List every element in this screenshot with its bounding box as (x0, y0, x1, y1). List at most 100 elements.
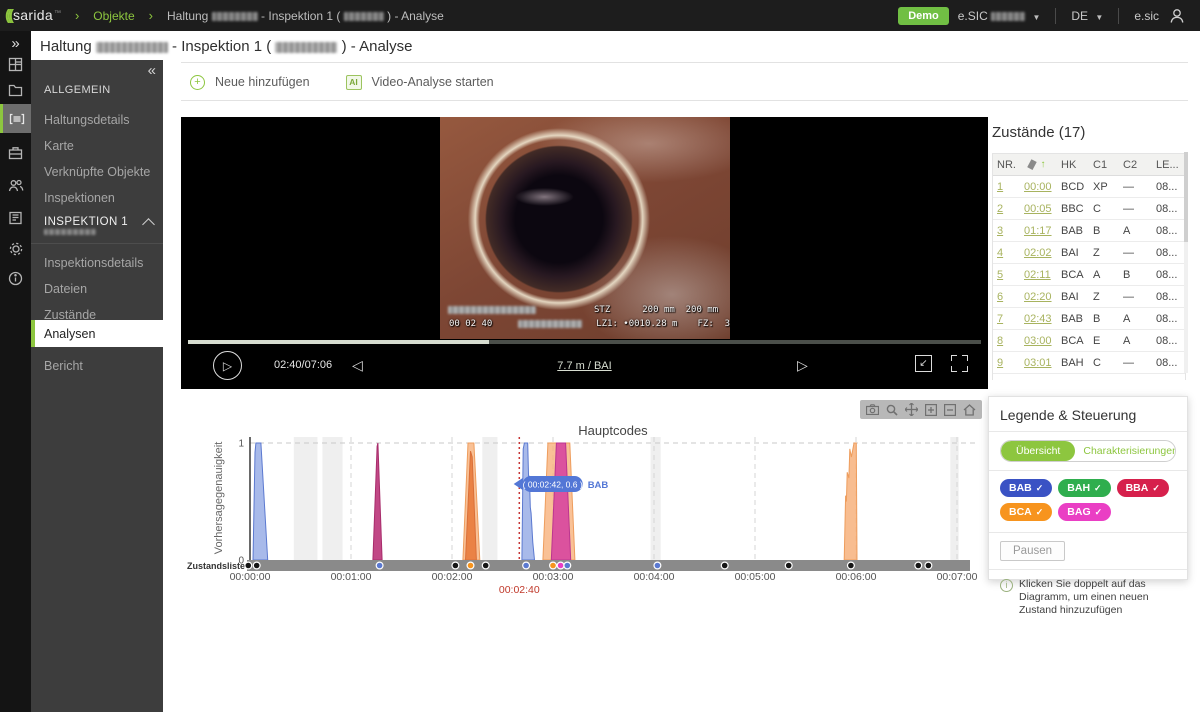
zustand-time-link[interactable]: 03:05 (1020, 379, 1057, 381)
col-video-time-sort[interactable]: ↑ (1020, 159, 1057, 170)
dashboard-grid-icon[interactable] (0, 57, 31, 72)
zustand-dot[interactable] (452, 562, 459, 569)
code-badge-bag[interactable]: BAG✓ (1058, 503, 1111, 521)
zustand-nr-link[interactable]: 1 (993, 181, 1020, 193)
zustand-row[interactable]: 100:00BCDXP—08... (993, 176, 1185, 198)
tab-charakterisierungen[interactable]: Charakterisierungen (1075, 441, 1176, 461)
sidebar-item-karte[interactable]: Karte (44, 139, 74, 153)
language-selector[interactable]: DE ▼ (1071, 9, 1103, 23)
expand-sidebar-icon[interactable]: » (0, 35, 31, 52)
col-hk[interactable]: HK (1057, 159, 1089, 171)
zustand-nr-link[interactable]: 2 (993, 203, 1020, 215)
zustand-time-link[interactable]: 03:01 (1020, 357, 1057, 369)
zustand-dot[interactable] (523, 562, 530, 569)
zustand-dot[interactable] (467, 562, 474, 569)
briefcase-icon[interactable] (0, 146, 31, 160)
zustand-time-link[interactable]: 02:20 (1020, 291, 1057, 303)
zustand-dot[interactable] (654, 562, 661, 569)
zustand-time-link[interactable]: 02:02 (1020, 247, 1057, 259)
zustand-dot[interactable] (721, 562, 728, 569)
zustand-nr-link[interactable]: 8 (993, 335, 1020, 347)
reset-axes-icon[interactable] (963, 404, 976, 416)
sidebar-item-haltungsdetails[interactable]: Haltungsdetails (44, 113, 129, 127)
rail-item-haltung-selected[interactable] (0, 104, 31, 133)
sidebar-item-bericht[interactable]: Bericht (44, 359, 83, 373)
zustand-row[interactable]: 301:17BABBA08... (993, 220, 1185, 242)
zustand-nr-link[interactable]: 4 (993, 247, 1020, 259)
sidebar-item-inspektionsdetails[interactable]: Inspektionsdetails (44, 256, 143, 270)
sidebar-item-verknuepfte-objekte[interactable]: Verknüpfte Objekte (44, 165, 150, 179)
info-icon[interactable] (0, 271, 31, 286)
zustand-row[interactable]: 803:00BCAEA08... (993, 330, 1185, 352)
code-badge-bba[interactable]: BBA✓ (1117, 479, 1169, 497)
add-analysis-button[interactable]: Neue hinzufügen (215, 75, 310, 89)
code-badge-bca[interactable]: BCA✓ (1000, 503, 1052, 521)
code-badge-bah[interactable]: BAH✓ (1058, 479, 1110, 497)
col-le[interactable]: LE... (1152, 159, 1185, 171)
zoom-out-icon[interactable] (944, 404, 956, 416)
zustand-dot[interactable] (376, 562, 383, 569)
zustand-nr-link[interactable]: 5 (993, 269, 1020, 281)
zustand-dot[interactable] (925, 562, 932, 569)
resize-video-button[interactable]: ↙ (915, 355, 932, 372)
col-nr[interactable]: NR. (993, 159, 1020, 171)
zustand-nr-link[interactable]: 3 (993, 225, 1020, 237)
account-menu[interactable]: e.SIC ▼ (958, 9, 1041, 23)
zustand-time-link[interactable]: 02:11 (1020, 269, 1057, 281)
zustand-dot[interactable] (915, 562, 922, 569)
zustand-row[interactable]: 602:20BAIZ—08... (993, 286, 1185, 308)
collapse-sidebar-icon[interactable]: « (148, 62, 156, 79)
sidebar-item-inspektionen[interactable]: Inspektionen (44, 191, 115, 205)
zustand-dot[interactable] (564, 562, 571, 569)
col-c1[interactable]: C1 (1089, 159, 1119, 171)
zustand-row[interactable]: 903:01BAHC—08... (993, 352, 1185, 374)
start-video-analysis-button[interactable]: Video-Analyse starten (372, 75, 494, 89)
sidebar-item-analysen-selected[interactable]: Analysen (31, 320, 163, 347)
sarida-logo[interactable]: ((( sarida ™ (5, 7, 61, 24)
sidebar-item-dateien[interactable]: Dateien (44, 282, 87, 296)
zustand-nr-link[interactable]: 6 (993, 291, 1020, 303)
zustand-nr-link[interactable]: 7 (993, 313, 1020, 325)
zustand-time-link[interactable]: 03:00 (1020, 335, 1057, 347)
chevron-up-icon[interactable] (142, 218, 155, 231)
zustand-dot[interactable] (557, 562, 564, 569)
next-frame-button[interactable]: ▷ (797, 357, 808, 374)
table-scrollbar[interactable] (1184, 152, 1188, 373)
zustandsliste-bar[interactable] (247, 560, 970, 571)
zustand-time-link[interactable]: 00:00 (1020, 181, 1057, 193)
fullscreen-button[interactable] (951, 355, 968, 372)
sidebar-section-inspektion1[interactable]: INSPEKTION 1 (44, 216, 128, 228)
gear-icon[interactable] (0, 241, 31, 257)
folder-icon[interactable] (0, 84, 31, 97)
zustand-nr-link[interactable]: 9 (993, 357, 1020, 369)
code-badge-bab[interactable]: BAB✓ (1000, 479, 1052, 497)
zustand-dot[interactable] (253, 562, 260, 569)
zustand-nr-link[interactable]: 10 (993, 379, 1020, 381)
zoom-in-icon[interactable] (925, 404, 937, 416)
zustand-dot[interactable] (245, 562, 252, 569)
zustand-dot[interactable] (785, 562, 792, 569)
zustand-row[interactable]: 1003:05BAG——08 (993, 374, 1185, 380)
report-icon[interactable] (0, 211, 31, 225)
tab-uebersicht[interactable]: Übersicht (1001, 441, 1075, 461)
zustand-time-link[interactable]: 02:43 (1020, 313, 1057, 325)
zustand-dot[interactable] (482, 562, 489, 569)
video-progress-bar[interactable] (188, 340, 981, 344)
pausen-button[interactable]: Pausen (1000, 541, 1065, 561)
col-c2[interactable]: C2 (1119, 159, 1152, 171)
users-icon[interactable] (0, 179, 31, 192)
zustand-row[interactable]: 402:02BAIZ—08... (993, 242, 1185, 264)
breadcrumb-objekte[interactable]: Objekte (93, 9, 134, 23)
zustand-row[interactable]: 502:11BCAAB08... (993, 264, 1185, 286)
user-profile-icon[interactable] (1168, 7, 1186, 25)
zustand-dot[interactable] (550, 562, 557, 569)
zustand-dot[interactable] (848, 562, 855, 569)
zustand-time-link[interactable]: 00:05 (1020, 203, 1057, 215)
zoom-icon[interactable] (886, 404, 898, 416)
zustand-row[interactable]: 702:43BABBA08... (993, 308, 1185, 330)
hauptcodes-chart-svg[interactable]: 00:00:0000:01:0000:02:0000:03:0000:04:00… (181, 390, 988, 602)
hauptcodes-chart[interactable]: 00:00:0000:01:0000:02:0000:03:0000:04:00… (181, 390, 988, 602)
position-code-link[interactable]: 7.7 m / BAI (181, 360, 988, 372)
pan-icon[interactable] (905, 403, 918, 416)
inspection-video-frame[interactable]: STZ 200 mm 200 mm 00 02 40 LZ1: •0010.28… (440, 117, 730, 339)
